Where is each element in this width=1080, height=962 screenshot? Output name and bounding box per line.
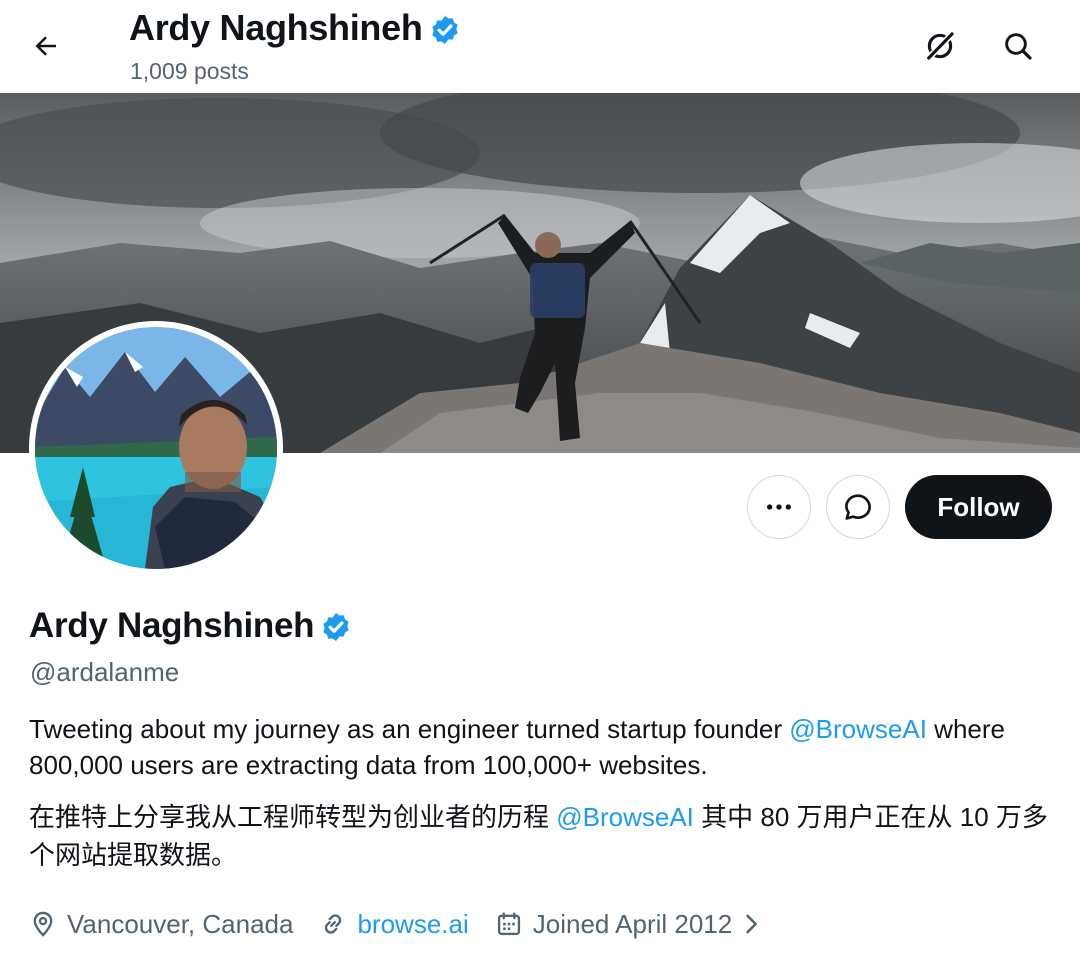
avatar[interactable] [29,321,283,575]
search-button[interactable] [994,22,1042,70]
profile-page: Ardy Naghshineh 1,009 posts Follow Ardy … [0,0,1080,962]
avatar-image [35,327,277,569]
follow-button[interactable]: Follow [905,475,1052,539]
joined-text: Joined April 2012 [532,909,733,939]
search-icon [1005,33,1032,60]
more-icon [767,504,791,510]
top-bar: Ardy Naghshineh 1,009 posts [0,0,1080,93]
joined-item[interactable]: Joined April 2012 [495,904,762,944]
bio-en-text: Tweeting about my journey as an engineer… [29,714,783,744]
chevron-right-icon [740,910,762,938]
bio-english: Tweeting about my journey as an engineer… [29,711,1059,783]
location-pin-icon [29,910,57,938]
profile-name: Ardy Naghshineh [29,606,315,645]
bio-zh-mention-link[interactable]: @BrowseAI [556,802,694,832]
calendar-icon [495,910,523,938]
post-count: 1,009 posts [130,58,249,84]
location-text: Vancouver, Canada [67,909,294,939]
link-icon [319,910,347,938]
message-button[interactable] [826,475,890,539]
verified-badge-icon [431,15,458,44]
more-button[interactable] [747,475,811,539]
grok-button[interactable] [916,22,964,70]
profile-handle: @ardalanme [30,657,180,687]
bio-zh-text: 在推特上分享我从工程师转型为创业者的历程 [29,802,550,832]
website-item: browse.ai [319,904,469,944]
header-title: Ardy Naghshineh [129,6,461,50]
arrow-left-icon [35,36,56,56]
header-name: Ardy Naghshineh [129,7,423,48]
bio-en-mention-link[interactable]: @BrowseAI [789,714,927,744]
verified-badge-icon[interactable] [320,611,352,643]
location-item: Vancouver, Canada [29,904,293,944]
bio-chinese: 在推特上分享我从工程师转型为创业者的历程 @BrowseAI 其中 80 万用户… [29,798,1059,874]
profile-meta-row: Vancouver, Canada browse.ai Joined April… [29,904,762,944]
grok-icon [926,31,955,61]
profile-name-row: Ardy Naghshineh [29,603,352,649]
back-button[interactable] [22,22,70,70]
website-link[interactable]: browse.ai [357,904,468,944]
message-icon [845,494,871,520]
